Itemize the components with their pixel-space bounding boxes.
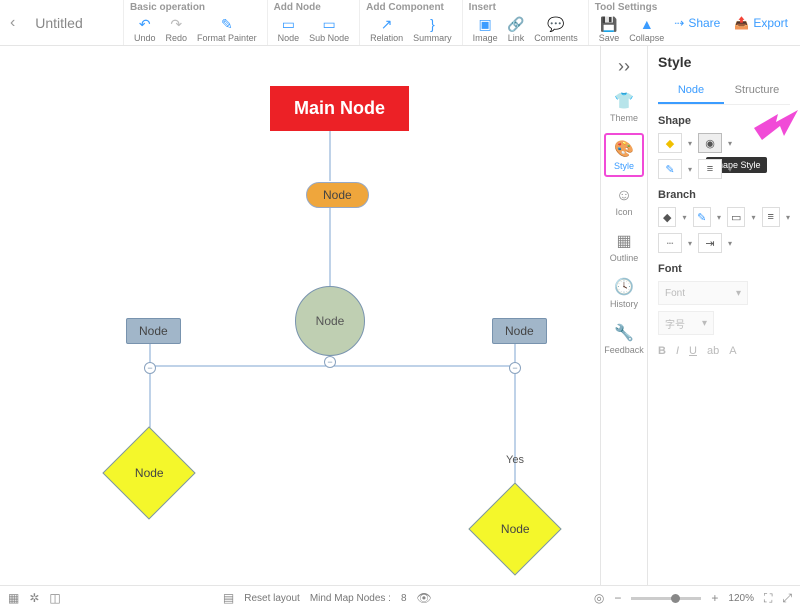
bold-button[interactable]: B	[658, 345, 666, 357]
layout-icon[interactable]: ▤	[223, 591, 234, 605]
back-button[interactable]: ‹	[0, 0, 25, 45]
group-toolsettings: Tool Settings	[595, 2, 669, 14]
reset-layout-button[interactable]: Reset layout	[244, 593, 300, 604]
zoom-slider[interactable]	[631, 597, 701, 600]
panel-title: Style	[658, 54, 790, 70]
export-button[interactable]: 📤Export	[734, 16, 788, 30]
edge-label-yes: Yes	[506, 454, 524, 466]
shape-border-style[interactable]: ≡	[698, 159, 722, 179]
palette-icon: 🎨	[614, 139, 634, 159]
node-circle[interactable]: Node	[295, 286, 365, 356]
layers-icon[interactable]: ◫	[49, 591, 60, 605]
branch-dash[interactable]: ┈	[658, 233, 682, 253]
center-icon[interactable]: ◎	[594, 591, 604, 605]
zoom-value: 120%	[728, 593, 754, 604]
strip-outline[interactable]: ▦Outline	[604, 227, 644, 267]
font-color-button[interactable]: A	[729, 345, 736, 357]
subnode-button[interactable]: ▭Sub Node	[305, 15, 353, 44]
group-component: Add Component	[366, 2, 456, 14]
format-painter-button[interactable]: ✎Format Painter	[193, 15, 261, 44]
italic-button[interactable]: I	[676, 345, 679, 357]
main-node[interactable]: Main Node	[270, 86, 409, 131]
strip-history[interactable]: 🕓History	[604, 273, 644, 313]
node-button[interactable]: ▭Node	[274, 15, 304, 44]
strip-icon[interactable]: ☺Icon	[604, 183, 644, 221]
canvas[interactable]: Main Node Node Node − Node − Node − Yes …	[0, 46, 600, 585]
fullscreen-icon[interactable]: ⤢	[782, 591, 792, 606]
strip-style[interactable]: 🎨Style	[604, 133, 644, 177]
share-button[interactable]: ⇢Share	[674, 16, 720, 30]
comments-button[interactable]: 💬Comments	[530, 15, 582, 44]
panel-toggle[interactable]: ››	[614, 52, 634, 81]
group-insert: Insert	[469, 2, 582, 14]
strip-theme[interactable]: 👕Theme	[604, 87, 644, 127]
strip-feedback[interactable]: 🔧Feedback	[604, 319, 644, 359]
zoom-in-button[interactable]: +	[711, 591, 718, 605]
branch-fill[interactable]: ◆	[658, 207, 676, 227]
font-size-select[interactable]: 字号▾	[658, 311, 714, 335]
font-family-select[interactable]: Font▾	[658, 281, 748, 305]
shape-border-color[interactable]: ✎	[658, 159, 682, 179]
redo-icon: ↷	[168, 16, 184, 32]
settings-icon[interactable]: ✲	[29, 591, 39, 605]
link-button[interactable]: 🔗Link	[504, 15, 529, 44]
summary-icon: }	[424, 16, 440, 32]
comment-icon: 💬	[548, 16, 564, 32]
section-branch: Branch	[658, 189, 790, 201]
outline-icon: ▦	[616, 231, 631, 251]
section-font: Font	[658, 263, 790, 275]
group-basic: Basic operation	[130, 2, 261, 14]
clock-icon: 🕓	[614, 277, 634, 297]
summary-button[interactable]: }Summary	[409, 15, 456, 44]
node-count-value: 8	[401, 593, 407, 604]
export-icon: 📤	[734, 16, 749, 30]
branch-connector[interactable]: ⇥	[698, 233, 722, 253]
collapse-chip-right[interactable]: −	[509, 362, 521, 374]
relation-icon: ↗	[379, 16, 395, 32]
annotation-arrow	[754, 106, 798, 140]
doc-title[interactable]: Untitled	[25, 0, 123, 45]
grid-toggle[interactable]: ▦	[8, 591, 19, 605]
node-rect-right[interactable]: Node	[492, 318, 547, 344]
group-addnode: Add Node	[274, 2, 354, 14]
collapse-chip-left[interactable]: −	[144, 362, 156, 374]
smile-icon: ☺	[616, 187, 632, 205]
image-icon: ▣	[477, 16, 493, 32]
strike-button[interactable]: ab	[707, 345, 719, 357]
collapse-icon: ▲	[639, 16, 655, 32]
image-button[interactable]: ▣Image	[469, 15, 502, 44]
shape-fill-color[interactable]: ◆	[658, 133, 682, 153]
collapse-chip[interactable]: −	[324, 356, 336, 368]
relation-button[interactable]: ↗Relation	[366, 15, 407, 44]
theme-icon: 👕	[614, 91, 634, 111]
collapse-button[interactable]: ▲Collapse	[625, 15, 668, 44]
save-icon: 💾	[601, 16, 617, 32]
save-button[interactable]: 💾Save	[595, 15, 624, 44]
node-icon: ▭	[280, 16, 296, 32]
tab-structure[interactable]: Structure	[724, 78, 790, 104]
branch-lines[interactable]: ≡	[762, 207, 780, 227]
branch-line-color[interactable]: ✎	[693, 207, 711, 227]
shape-style-button[interactable]: ◉	[698, 133, 722, 153]
zoom-out-button[interactable]: −	[614, 591, 621, 605]
share-icon: ⇢	[674, 16, 684, 30]
redo-button[interactable]: ↷Redo	[162, 15, 192, 44]
link-icon: 🔗	[508, 16, 524, 32]
fit-icon[interactable]: ⛶	[764, 591, 772, 606]
tab-node[interactable]: Node	[658, 78, 724, 104]
undo-button[interactable]: ↶Undo	[130, 15, 160, 44]
undo-icon: ↶	[137, 16, 153, 32]
subnode-icon: ▭	[321, 16, 337, 32]
node-pill[interactable]: Node	[306, 182, 369, 208]
node-count-label: Mind Map Nodes :	[310, 593, 391, 604]
node-rect-left[interactable]: Node	[126, 318, 181, 344]
underline-button[interactable]: U	[689, 345, 697, 357]
brush-icon: ✎	[219, 16, 235, 32]
preview-icon[interactable]: 👁	[417, 591, 432, 605]
branch-box[interactable]: ▭	[727, 207, 745, 227]
wrench-icon: 🔧	[614, 323, 634, 343]
